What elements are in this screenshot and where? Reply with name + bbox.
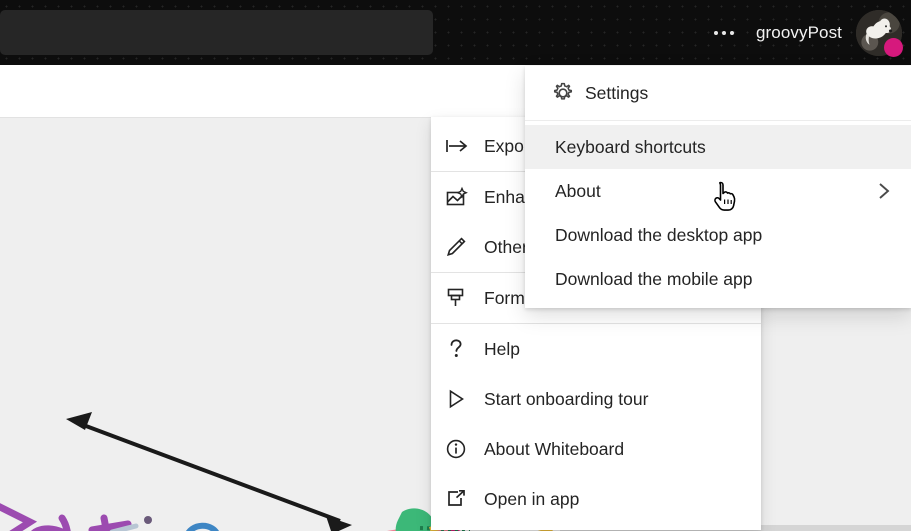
info-circle-icon — [445, 436, 477, 462]
header-right-group: groovyPost — [706, 0, 903, 65]
ink-dot — [144, 516, 152, 524]
open-external-icon — [445, 486, 477, 512]
chevron-right-icon — [875, 180, 893, 202]
menu-item-label: Other — [484, 236, 528, 257]
submenu-item-label: About — [555, 180, 601, 201]
submenu-item-label: Download the mobile app — [555, 268, 753, 289]
submenu-item-settings[interactable]: Settings — [525, 71, 911, 115]
submenu-item-label: Settings — [585, 82, 649, 103]
user-name-label: groovyPost — [755, 22, 842, 42]
menu-item-label: Start onboarding tour — [484, 388, 649, 409]
submenu-separator — [525, 120, 911, 121]
more-options-icon[interactable] — [706, 18, 742, 48]
menu-item-label: Open in app — [484, 488, 580, 509]
pencil-icon — [445, 234, 477, 260]
ink-blue-curve — [186, 522, 219, 531]
menu-item-help[interactable]: Help — [431, 324, 761, 374]
question-mark-icon — [445, 336, 477, 362]
submenu-item-label: Keyboard shortcuts — [555, 136, 706, 157]
pointing-hand-cursor — [712, 180, 738, 219]
title-bar-pill[interactable] — [0, 10, 433, 55]
ink-double-arrow — [66, 412, 352, 531]
export-icon — [445, 133, 477, 159]
app-window: groovyPost Export Enhance Other Format H… — [0, 0, 911, 531]
ink-purple-handwriting — [0, 503, 132, 531]
submenu-item-label: Download the desktop app — [555, 224, 763, 245]
submenu-item-keyboard-shortcuts[interactable]: Keyboard shortcuts — [525, 125, 911, 169]
menu-item-open-in-app[interactable]: Open in app — [431, 474, 761, 524]
more-dot — [713, 30, 718, 35]
menu-item-label: About Whiteboard — [484, 438, 625, 459]
menu-item-about-whiteboard[interactable]: About Whiteboard — [431, 424, 761, 474]
gear-icon — [551, 81, 581, 105]
status-badge — [884, 37, 903, 57]
image-enhance-icon — [445, 184, 477, 210]
avatar[interactable] — [856, 9, 903, 57]
format-brush-icon — [445, 285, 477, 311]
menu-item-start-onboarding-tour[interactable]: Start onboarding tour — [431, 374, 761, 424]
more-dot — [729, 30, 734, 35]
play-icon — [445, 386, 477, 412]
submenu-item-download-mobile-app[interactable]: Download the mobile app — [525, 257, 911, 301]
submenu-item-download-desktop-app[interactable]: Download the desktop app — [525, 213, 911, 257]
menu-item-label: Help — [484, 338, 520, 359]
app-header: groovyPost — [0, 0, 911, 65]
more-dot — [721, 30, 726, 35]
